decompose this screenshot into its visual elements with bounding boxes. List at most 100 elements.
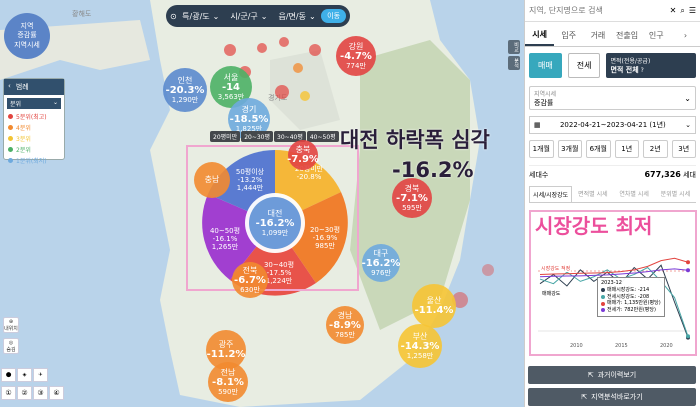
legend-item: 4분위	[4, 122, 64, 133]
metric-circle-line1: 지역	[20, 22, 34, 31]
tab-trade[interactable]: 거래	[583, 26, 612, 45]
tab-price[interactable]: 시세	[525, 25, 555, 46]
tool-4-button[interactable]: ④	[49, 386, 64, 400]
period-button[interactable]: 1년	[614, 140, 639, 158]
legend-item: 5분위(최고)	[4, 111, 64, 122]
region-chungbuk[interactable]: 충북 -7.9%	[287, 140, 319, 170]
households-row: 세대수 677,326 세대	[529, 165, 696, 180]
sale-button[interactable]: 매매	[529, 53, 562, 78]
region-daegu[interactable]: 대구 -16.2% 976만	[362, 244, 400, 282]
jeonse-button[interactable]: 전세	[567, 53, 601, 78]
history-button[interactable]: ⇱ 과거이력보기	[528, 366, 696, 384]
chevron-down-icon: ⌄	[52, 99, 58, 106]
province-select[interactable]: 특/광/도 ⌄	[177, 11, 225, 22]
menu-icon[interactable]: ☰	[689, 6, 696, 15]
chart-tooltip: 2023-12 매매시장강도: -214 전세시장강도: -208 매매가: 1,1…	[597, 277, 665, 317]
tool-1-button[interactable]: ①	[1, 386, 16, 400]
tooltip-row: 전세가: 782만원(평당)	[601, 307, 661, 314]
x-tick-label: 2015	[615, 343, 628, 349]
side-tab-compare[interactable]: 비교	[508, 40, 520, 54]
area-size-chip[interactable]: 40~50평	[306, 131, 339, 142]
map-view[interactable]: 황해도 경기도 A 지역 증감률 지역시세 ⊙ 특/광/도⌄ 시/군/구⌄ 읍/…	[0, 0, 524, 407]
region-incheon[interactable]: 인천 -20.3% 1,290만	[163, 68, 207, 112]
date-range-select[interactable]: ▦ 2022-04-21~2023-04-21 (1년) ⌄	[529, 116, 696, 134]
tab-migration[interactable]: 전출입	[613, 26, 642, 45]
region-jeonbuk[interactable]: 전북 -6.7% 630만	[232, 262, 268, 298]
tooltip-row-label: 전세가: 782만원(평당)	[607, 307, 656, 313]
search-bar: ✕ ⌕ ☰	[525, 0, 700, 22]
region-jeonnam[interactable]: 전남 -8.1% 590만	[208, 362, 248, 402]
map-button[interactable]: ⬤	[1, 368, 16, 382]
area-size-chip[interactable]: 20평미만	[210, 131, 241, 142]
region-ulsan[interactable]: 울산 -11.4%	[412, 284, 456, 328]
x-tick-label: 2010	[570, 343, 583, 349]
legend-item-label: 3분위	[16, 136, 31, 143]
tooltip-row-label: 매매시장강도: -214	[607, 286, 650, 293]
chevron-down-icon: ⌄	[308, 11, 316, 21]
period-button[interactable]: 1개월	[529, 140, 554, 158]
households-unit: 세대	[683, 171, 696, 179]
tooltip-row: 매매시장강도: -214	[601, 287, 661, 294]
region-gangwon[interactable]: 강원 -4.7% 774만	[336, 36, 376, 76]
legend-item-label: 2분위	[16, 147, 31, 154]
chart-tab[interactable]: 시세/시장강도	[529, 186, 573, 202]
period-button[interactable]: 6개월	[586, 140, 611, 158]
metric-circle-line3: 지역시세	[14, 40, 40, 49]
legend-type-select[interactable]: 분위 ⌄	[7, 98, 61, 109]
chart-tab[interactable]: 연차별 시세	[614, 186, 655, 202]
hide-button[interactable]: ◎ 숨김	[3, 338, 19, 354]
chart-tab[interactable]: 분위별 시세	[655, 186, 696, 202]
region-gyeongnam[interactable]: 경남 -8.9% 785만	[326, 306, 364, 344]
region-busan[interactable]: 부산 -14.3% 1,258만	[398, 324, 442, 368]
location-pin-icon: ⊙	[170, 11, 177, 21]
chart-point	[686, 268, 690, 273]
period-button[interactable]: 3년	[671, 140, 696, 158]
transit-button[interactable]: ✈	[33, 368, 48, 382]
trade-type-row: 매매 전세 면적(전용/공급) 면적 전체 ?	[525, 47, 700, 84]
map-metric-circle[interactable]: 지역 증감률 지역시세	[4, 13, 50, 59]
chart-tab[interactable]: 면적별 시세	[572, 186, 613, 202]
tooltip-row: 매매가: 1,135만원(평당)	[601, 300, 661, 307]
close-icon[interactable]: ✕	[670, 6, 677, 15]
area-size-chip[interactable]: 20~30평	[241, 131, 274, 142]
period-button[interactable]: 3개월	[557, 140, 582, 158]
legend-item-label: 5분위(최고)	[16, 114, 47, 121]
market-tag: 시장강도 적정	[540, 265, 572, 272]
go-button[interactable]: 이동	[321, 9, 347, 23]
tool-2-button[interactable]: ②	[17, 386, 32, 400]
households-label: 세대수	[529, 171, 549, 179]
external-link-icon: ⇱	[581, 393, 588, 401]
region-chungnam[interactable]: 충남	[194, 162, 230, 198]
headline-value-overlay: -16.2%	[392, 158, 474, 182]
school-button[interactable]: ◈	[17, 368, 32, 382]
chevron-left-icon[interactable]: ‹	[8, 82, 11, 92]
region-analysis-button[interactable]: ⇱ 지역분석바로가기	[528, 388, 696, 406]
chart-overlay-title: 시장강도 최저	[535, 214, 653, 238]
side-tab-analysis[interactable]: 분석	[508, 56, 520, 70]
tab-move-in[interactable]: 입주	[554, 26, 583, 45]
legend-item: 3분위	[4, 133, 64, 144]
metric-select-label: 지역시세	[534, 90, 557, 98]
region-gyeongbuk[interactable]: 경북 -7.1% 595만	[392, 178, 432, 218]
tooltip-date: 2023-12	[601, 280, 622, 286]
x-tick-label: 2020	[660, 343, 673, 349]
help-icon[interactable]: ?	[641, 67, 644, 74]
main-tabs: 시세 입주 거래 전출입 인구 ›	[525, 25, 700, 47]
chevron-right-icon[interactable]: ›	[671, 27, 700, 44]
my-location-button[interactable]: ⊕ 내위치	[3, 317, 19, 333]
legend-dot	[8, 136, 13, 141]
legend-dot	[8, 114, 13, 119]
search-input[interactable]	[529, 6, 666, 15]
metric-select[interactable]: 지역시세 증감률 ⌄	[529, 86, 696, 110]
tab-population[interactable]: 인구	[642, 26, 671, 45]
search-icon[interactable]: ⌕	[680, 6, 684, 16]
city-select[interactable]: 시/군/구 ⌄	[225, 11, 273, 22]
chevron-down-icon: ⌄	[212, 11, 220, 21]
town-select[interactable]: 읍/면/동 ⌄	[273, 11, 321, 22]
area-select[interactable]: 면적(전용/공급) 면적 전체 ?	[606, 53, 696, 78]
side-tabs: 비교 분석	[508, 40, 524, 120]
period-button[interactable]: 2년	[643, 140, 668, 158]
chart-point	[686, 334, 690, 339]
tool-3-button[interactable]: ③	[33, 386, 48, 400]
chart-tabs: 시세/시장강도 면적별 시세 연차별 시세 분위별 시세	[529, 186, 696, 203]
